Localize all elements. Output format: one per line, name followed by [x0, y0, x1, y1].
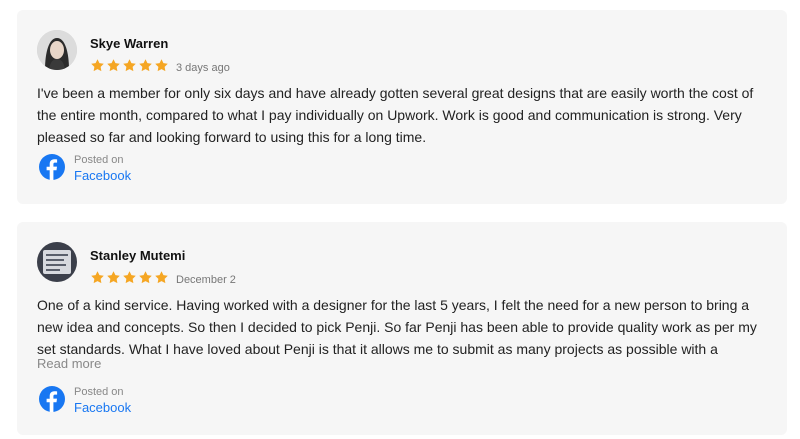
star-icon [90, 58, 105, 73]
facebook-source-link[interactable]: Facebook [74, 400, 131, 415]
review-text: I've been a member for only six days and… [37, 85, 754, 145]
facebook-source-link[interactable]: Facebook [74, 168, 131, 183]
review-date: December 2 [176, 274, 236, 286]
star-icon [154, 58, 169, 73]
review-card: Stanley Mutemi December 2 One of a kind … [17, 222, 787, 435]
review-text: One of a kind service. Having worked wit… [37, 297, 757, 357]
posted-on-label: Posted on [74, 386, 124, 398]
star-icon [138, 270, 153, 285]
star-icon [138, 58, 153, 73]
star-rating [90, 270, 169, 285]
reviewer-name: Stanley Mutemi [90, 248, 186, 263]
facebook-icon[interactable] [39, 154, 65, 180]
star-icon [90, 270, 105, 285]
review-card: Skye Warren 3 days ago I've been a membe… [17, 10, 787, 204]
star-icon [106, 270, 121, 285]
star-icon [154, 270, 169, 285]
avatar [37, 242, 77, 282]
read-more-link[interactable]: Read more [37, 356, 101, 371]
star-rating [90, 58, 169, 73]
reviewer-name: Skye Warren [90, 36, 169, 51]
avatar [37, 30, 77, 70]
facebook-icon[interactable] [39, 386, 65, 412]
review-date: 3 days ago [176, 62, 230, 74]
star-icon [122, 58, 137, 73]
posted-on-label: Posted on [74, 154, 124, 166]
star-icon [122, 270, 137, 285]
star-icon [106, 58, 121, 73]
